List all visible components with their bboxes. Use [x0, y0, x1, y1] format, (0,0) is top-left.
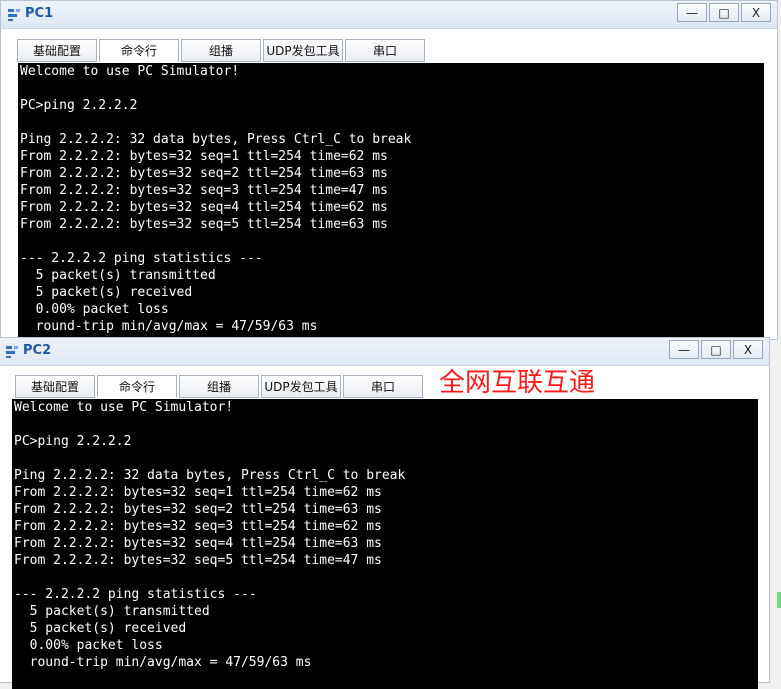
console-line: From 2.2.2.2: bytes=32 seq=2 ttl=254 tim… [20, 166, 388, 181]
tab-command-line[interactable]: 命令行 [97, 375, 177, 398]
console-line: --- 2.2.2.2 ping statistics --- [20, 251, 263, 266]
console-line: From 2.2.2.2: bytes=32 seq=4 ttl=254 tim… [20, 200, 388, 215]
tab-command-line[interactable]: 命令行 [99, 39, 179, 62]
pc1-titlebar[interactable]: PC1 — □ X [1, 1, 777, 29]
maximize-button[interactable]: □ [701, 340, 731, 359]
tab-bar: 基础配置 命令行 组播 UDP发包工具 串口 [15, 375, 423, 398]
console-line: Ping 2.2.2.2: 32 data bytes, Press Ctrl_… [20, 132, 412, 147]
console-output[interactable]: Welcome to use PC Simulator! PC>ping 2.2… [12, 399, 758, 689]
network-device-icon [6, 346, 18, 358]
console-line: 5 packet(s) transmitted [14, 604, 210, 619]
minimize-button[interactable]: — [669, 340, 699, 359]
maximize-button[interactable]: □ [709, 3, 739, 22]
tab-bar: 基础配置 命令行 组播 UDP发包工具 串口 [17, 39, 425, 62]
pc1-window: PC1 — □ X 基础配置 命令行 组播 UDP发包工具 串口 Welcome… [0, 0, 778, 343]
console-line: 5 packet(s) received [20, 285, 193, 300]
console-line: round-trip min/avg/max = 47/59/63 ms [20, 319, 318, 334]
console-line: 0.00% packet loss [14, 638, 163, 653]
tab-multicast[interactable]: 组播 [181, 39, 261, 62]
console-line: PC>ping 2.2.2.2 [14, 434, 132, 449]
console-line: 0.00% packet loss [20, 302, 169, 317]
console-line: Welcome to use PC Simulator! [20, 64, 240, 79]
annotation-text: 全网互联互通 [439, 368, 596, 398]
tab-basic-config[interactable]: 基础配置 [17, 39, 97, 62]
close-button[interactable]: X [733, 340, 763, 359]
pc2-titlebar[interactable]: PC2 — □ X [0, 338, 769, 366]
tab-serial[interactable]: 串口 [345, 39, 425, 62]
console-output[interactable]: Welcome to use PC Simulator! PC>ping 2.2… [18, 63, 764, 343]
console-line: Welcome to use PC Simulator! [14, 400, 234, 415]
console-line: From 2.2.2.2: bytes=32 seq=3 ttl=254 tim… [14, 519, 382, 534]
console-line: From 2.2.2.2: bytes=32 seq=5 ttl=254 tim… [14, 553, 382, 568]
edge-marker [777, 592, 781, 608]
tab-serial[interactable]: 串口 [343, 375, 423, 398]
console-line: --- 2.2.2.2 ping statistics --- [14, 587, 257, 602]
console-line: PC>ping 2.2.2.2 [20, 98, 138, 113]
tab-multicast[interactable]: 组播 [179, 375, 259, 398]
console-line: From 2.2.2.2: bytes=32 seq=5 ttl=254 tim… [20, 217, 388, 232]
window-title: PC1 [25, 6, 54, 21]
console-line: 5 packet(s) received [14, 621, 187, 636]
console-line: round-trip min/avg/max = 47/59/63 ms [14, 655, 312, 670]
console-line: From 2.2.2.2: bytes=32 seq=3 ttl=254 tim… [20, 183, 388, 198]
console-line: From 2.2.2.2: bytes=32 seq=2 ttl=254 tim… [14, 502, 382, 517]
tab-basic-config[interactable]: 基础配置 [15, 375, 95, 398]
console-line: 5 packet(s) transmitted [20, 268, 216, 283]
window-title: PC2 [23, 343, 52, 358]
close-button[interactable]: X [741, 3, 771, 22]
tab-udp-tool[interactable]: UDP发包工具 [263, 39, 343, 62]
network-device-icon [8, 9, 20, 21]
minimize-button[interactable]: — [677, 3, 707, 22]
console-line: From 2.2.2.2: bytes=32 seq=1 ttl=254 tim… [14, 485, 382, 500]
tab-udp-tool[interactable]: UDP发包工具 [261, 375, 341, 398]
console-line: Ping 2.2.2.2: 32 data bytes, Press Ctrl_… [14, 468, 406, 483]
pc2-window: PC2 — □ X 基础配置 命令行 组播 UDP发包工具 串口 全网互联互通 … [0, 337, 770, 689]
console-line: From 2.2.2.2: bytes=32 seq=1 ttl=254 tim… [20, 149, 388, 164]
console-line: From 2.2.2.2: bytes=32 seq=4 ttl=254 tim… [14, 536, 382, 551]
